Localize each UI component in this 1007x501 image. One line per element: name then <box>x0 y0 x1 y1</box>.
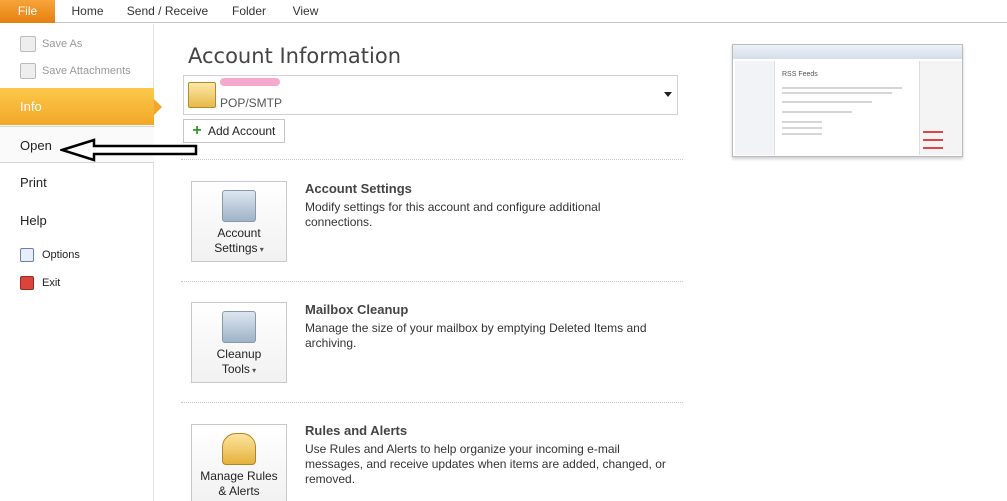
save-attachments-button[interactable]: Save Attachments <box>20 62 131 80</box>
thumbnail-folder-pane <box>735 61 775 155</box>
thumbnail-line <box>782 121 822 123</box>
tab-folder[interactable]: Folder <box>220 0 278 23</box>
tile-label-line2: Tools <box>192 362 286 378</box>
save-attachments-label: Save Attachments <box>42 65 131 77</box>
section-description-line: removed. <box>305 472 356 486</box>
tab-send-receive[interactable]: Send / Receive <box>120 0 215 23</box>
save-icon <box>20 36 36 52</box>
nav-info[interactable]: Info <box>0 88 162 125</box>
backstage-nav: Save As Save Attachments Info Open Print… <box>0 24 162 501</box>
chevron-down-icon <box>664 92 672 97</box>
divider <box>181 402 683 403</box>
account-settings-button[interactable]: Account Settings <box>191 181 287 262</box>
save-as-button[interactable]: Save As <box>20 35 82 53</box>
bell-icon <box>222 433 256 465</box>
ribbon-tabs: File Home Send / Receive Folder View <box>0 0 1007 23</box>
options-button[interactable]: Options <box>20 246 80 264</box>
account-selector[interactable]: POP/SMTP <box>183 75 678 115</box>
tab-file[interactable]: File <box>0 0 55 23</box>
divider <box>181 281 683 282</box>
save-as-label: Save As <box>42 38 83 50</box>
tile-label-line1: Account <box>217 226 261 240</box>
thumbnail-ribbon <box>733 45 962 59</box>
tile-label-line1: Manage Rules <box>200 469 278 483</box>
arrow-annotation-icon <box>60 138 198 162</box>
options-icon <box>20 248 34 262</box>
tile-label-line2: & Alerts <box>218 484 260 498</box>
section-title: Rules and Alerts <box>305 423 408 438</box>
exit-button[interactable]: Exit <box>20 274 60 292</box>
page-title: Account Information <box>188 44 402 68</box>
tile-label-line1: Cleanup <box>216 347 262 361</box>
thumbnail-line <box>782 87 902 89</box>
attachment-icon <box>20 63 36 79</box>
section-description-line: Manage the size of your mailbox by empty… <box>305 321 647 335</box>
divider <box>181 159 683 160</box>
section-description: Use Rules and Alerts to help organize yo… <box>305 442 675 487</box>
thumbnail-line <box>782 127 822 129</box>
plus-icon: + <box>192 122 202 139</box>
nav-print[interactable]: Print <box>0 164 154 201</box>
account-icon <box>188 82 216 108</box>
account-type: POP/SMTP <box>220 96 283 110</box>
tab-home[interactable]: Home <box>60 0 115 23</box>
thumbnail-flag <box>923 131 943 133</box>
tile-label-line2: Settings <box>192 241 286 257</box>
tab-view[interactable]: View <box>283 0 328 23</box>
add-account-button[interactable]: + Add Account <box>183 119 285 143</box>
preview-thumbnail: RSS Feeds <box>732 44 963 157</box>
section-description-line: Modify settings for this account and con… <box>305 200 601 214</box>
section-description-line: Use Rules and Alerts to help organize yo… <box>305 442 620 456</box>
thumbnail-flag <box>923 147 943 149</box>
section-title: Account Settings <box>305 181 412 196</box>
section-description: Modify settings for this account and con… <box>305 200 675 230</box>
thumbnail-reading-pane: RSS Feeds <box>777 61 917 155</box>
thumbnail-line <box>782 101 872 103</box>
nav-help[interactable]: Help <box>0 202 154 239</box>
thumbnail-line <box>782 111 852 113</box>
section-title: Mailbox Cleanup <box>305 302 409 317</box>
thumbnail-heading: RSS Feeds <box>782 71 818 78</box>
thumbnail-flag <box>923 139 943 141</box>
manage-rules-alerts-button[interactable]: Manage Rules & Alerts <box>191 424 287 501</box>
add-account-label: Add Account <box>208 124 276 138</box>
section-description-line: archiving. <box>305 336 357 350</box>
cleanup-tools-icon <box>222 311 256 343</box>
section-description-line: messages, and receive updates when items… <box>305 457 666 471</box>
exit-label: Exit <box>42 277 61 289</box>
redaction-mark <box>220 78 280 86</box>
thumbnail-line <box>782 92 892 94</box>
cleanup-tools-button[interactable]: Cleanup Tools <box>191 302 287 383</box>
account-settings-icon <box>222 190 256 222</box>
section-description: Manage the size of your mailbox by empty… <box>305 321 675 351</box>
exit-icon <box>20 276 34 290</box>
thumbnail-line <box>782 133 822 135</box>
options-label: Options <box>42 249 80 261</box>
section-description-line: connections. <box>305 215 373 229</box>
